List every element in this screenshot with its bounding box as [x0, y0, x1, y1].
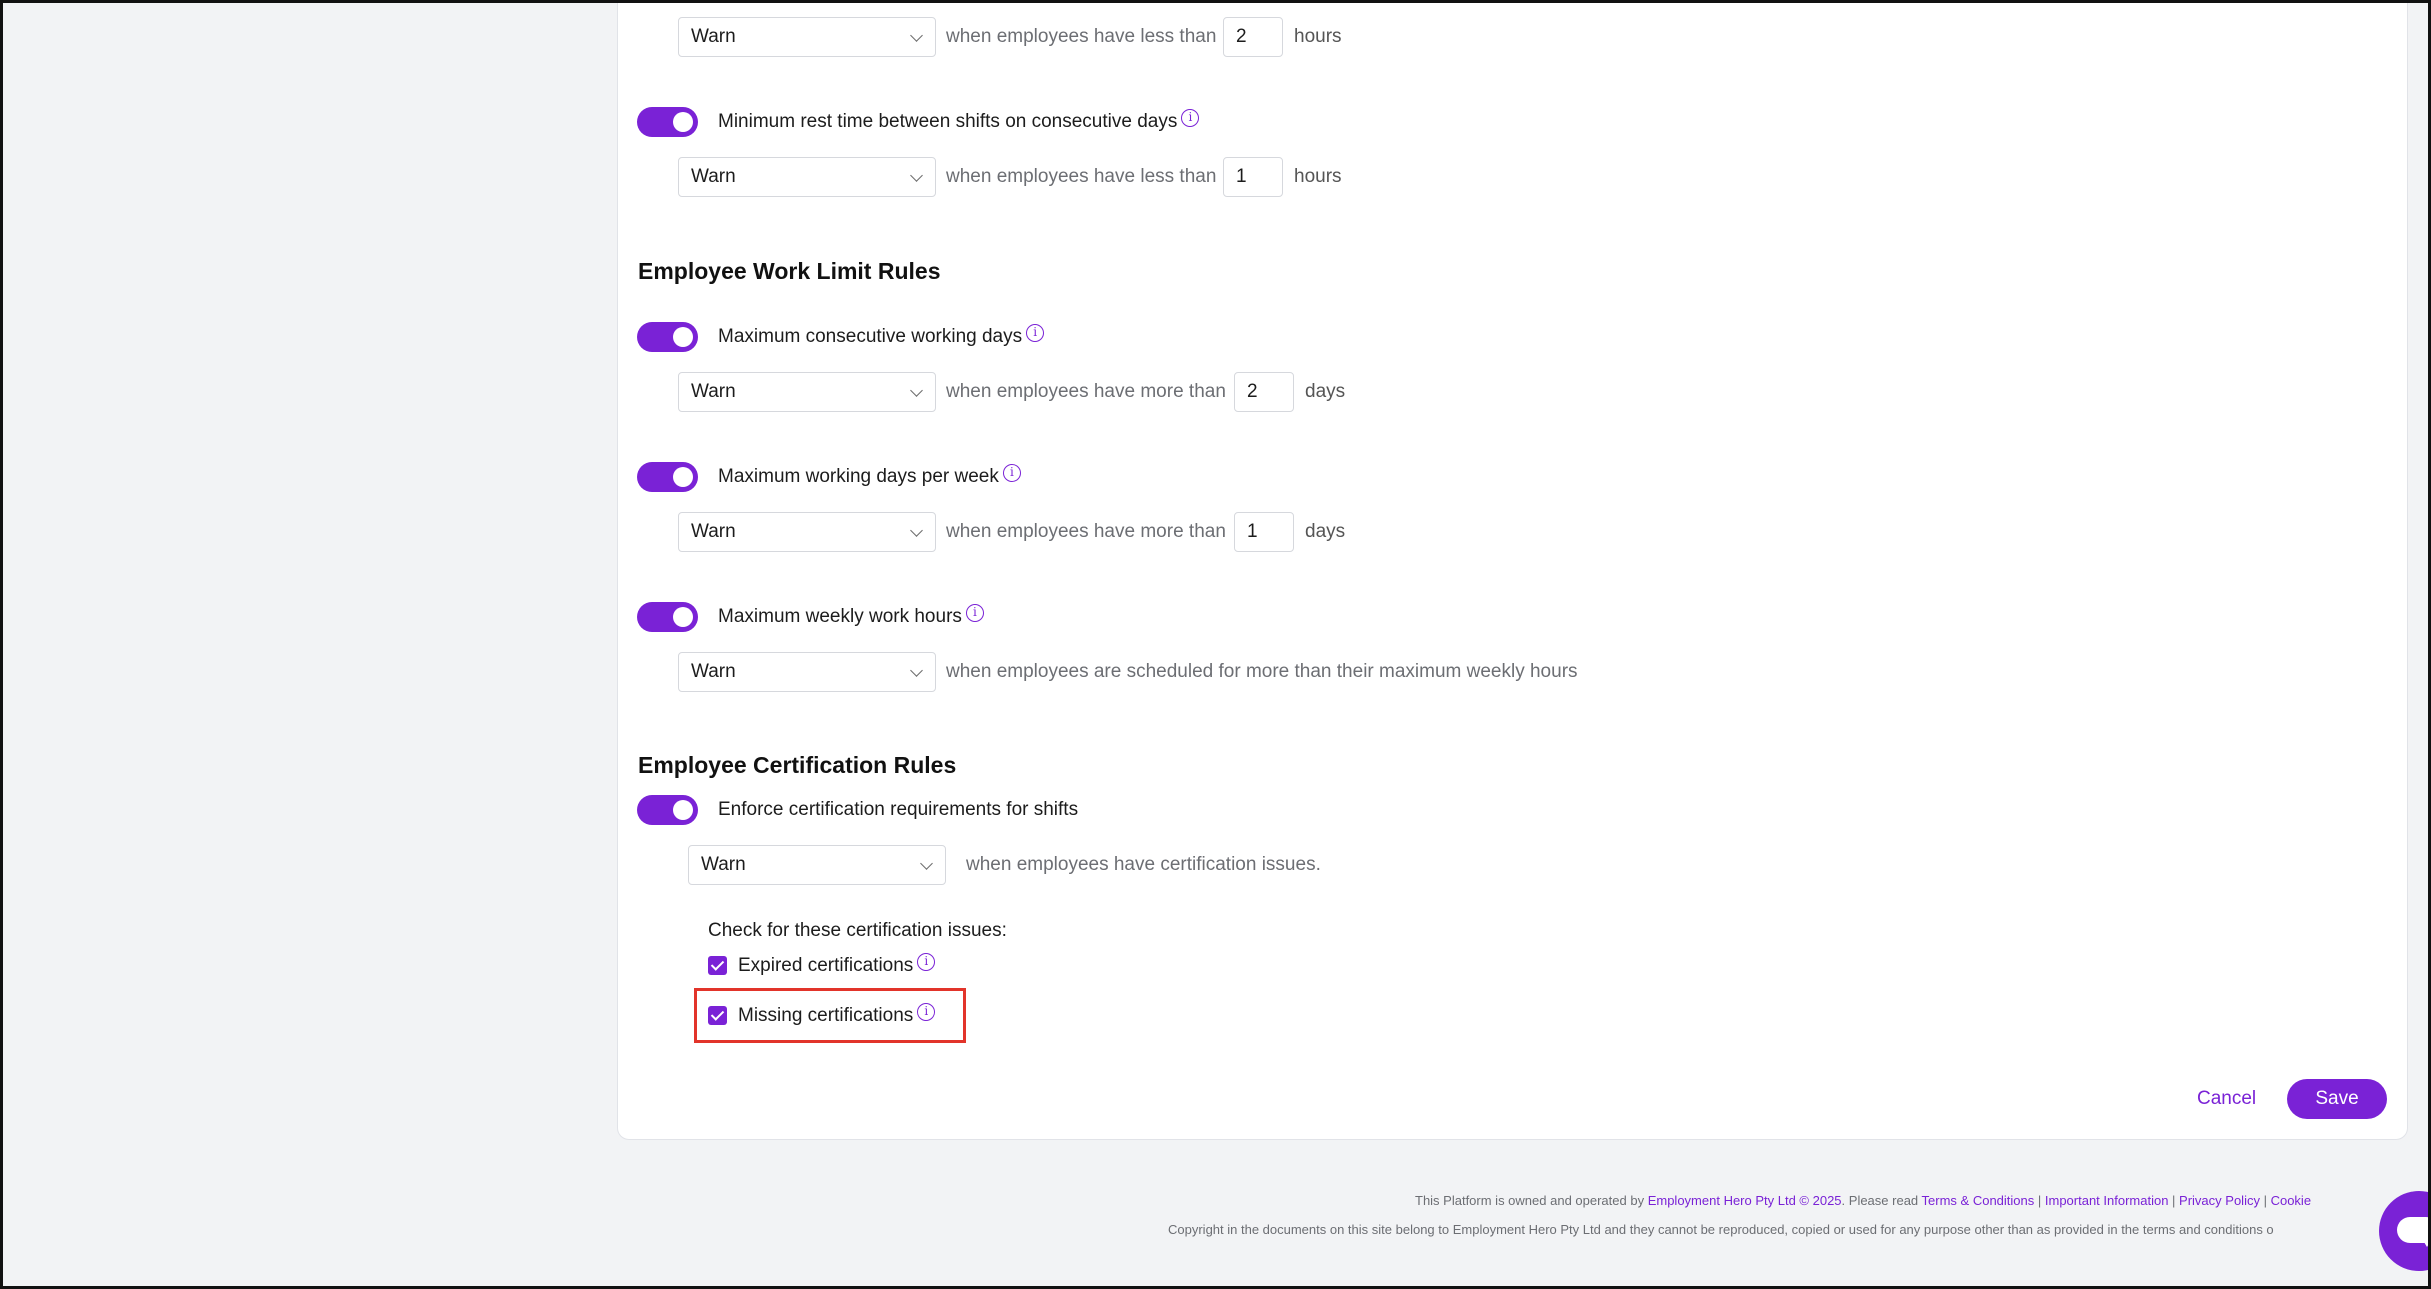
toggle-knob: [673, 607, 693, 627]
days-per-week-condition: when employees have more than: [946, 521, 1226, 542]
cookie-link[interactable]: Cookie: [2271, 1193, 2311, 1208]
info-icon[interactable]: i: [1002, 464, 1021, 482]
footer-ownership-line: This Platform is owned and operated by E…: [1415, 1193, 2312, 1208]
toggle-max-days-per-week[interactable]: [637, 462, 698, 492]
min-rest-unit: hours: [1294, 166, 1342, 187]
check-issues-heading: Check for these certification issues:: [708, 920, 1007, 941]
footer-text: This Platform is owned and operated by: [1415, 1193, 1645, 1208]
toggle-knob: [673, 467, 693, 487]
days-per-week-unit: days: [1305, 521, 1346, 542]
chevron-down-icon: [910, 524, 923, 537]
rest-top-unit: hours: [1294, 26, 1342, 47]
rule-label-text: Maximum weekly work hours: [718, 606, 962, 627]
weekly-hours-action-select[interactable]: Warn: [678, 652, 936, 692]
certification-condition: when employees have certification issues…: [966, 854, 1321, 875]
privacy-policy-link[interactable]: Privacy Policy: [2179, 1193, 2260, 1208]
missing-certifications-label: Missing certifications i: [738, 1001, 936, 1031]
chevron-down-icon: [910, 664, 923, 677]
rest-top-action-select[interactable]: Warn: [678, 17, 936, 57]
chevron-down-icon: [920, 857, 933, 870]
expired-certifications-label: Expired certifications i: [738, 951, 936, 981]
terms-link[interactable]: Terms & Conditions: [1922, 1193, 2035, 1208]
rest-top-hours-input[interactable]: [1223, 17, 1283, 57]
rule-label-text: Maximum working days per week: [718, 466, 999, 487]
info-icon[interactable]: i: [917, 1003, 936, 1021]
chevron-down-icon: [910, 384, 923, 397]
max-consecutive-days-input[interactable]: [1234, 372, 1294, 412]
chevron-down-icon: [910, 169, 923, 182]
footer-copyright-line: Copyright in the documents on this site …: [1168, 1222, 2274, 1237]
toggle-enforce-certification[interactable]: [637, 795, 698, 825]
certification-action-select[interactable]: Warn: [688, 845, 946, 885]
expired-certifications-checkbox[interactable]: [708, 956, 727, 975]
select-value: Warn: [691, 661, 736, 682]
toggle-max-consecutive-days[interactable]: [637, 322, 698, 352]
important-info-link[interactable]: Important Information: [2045, 1193, 2169, 1208]
weekly-hours-condition: when employees are scheduled for more th…: [946, 661, 1578, 682]
max-consecutive-condition: when employees have more than: [946, 381, 1226, 402]
right-gutter: [2408, 3, 2428, 1286]
select-value: Warn: [691, 26, 736, 47]
min-rest-consecutive-label: Minimum rest time between shifts on cons…: [718, 107, 1200, 137]
rule-label-text: Maximum consecutive working days: [718, 326, 1023, 347]
select-value: Warn: [691, 521, 736, 542]
min-rest-condition: when employees have less than: [946, 166, 1217, 187]
enforce-certification-label: Enforce certification requirements for s…: [718, 799, 1079, 820]
info-icon[interactable]: i: [917, 953, 936, 971]
select-value: Warn: [691, 166, 736, 187]
toggle-knob: [673, 327, 693, 347]
min-rest-action-select[interactable]: Warn: [678, 157, 936, 197]
checkbox-label-text: Expired certifications: [738, 955, 914, 976]
min-rest-hours-input[interactable]: [1223, 157, 1283, 197]
info-icon[interactable]: i: [965, 604, 984, 622]
save-button[interactable]: Save: [2287, 1079, 2387, 1119]
footer-text: . Please read: [1841, 1193, 1919, 1208]
toggle-min-rest-consecutive[interactable]: [637, 107, 698, 137]
toggle-knob: [673, 112, 693, 132]
toggle-knob: [673, 800, 693, 820]
cancel-button[interactable]: Cancel: [2197, 1079, 2256, 1119]
checkbox-label-text: Missing certifications: [738, 1005, 914, 1026]
toggle-max-weekly-hours[interactable]: [637, 602, 698, 632]
info-icon[interactable]: i: [1026, 324, 1045, 342]
certification-heading: Employee Certification Rules: [638, 752, 957, 778]
missing-certifications-checkbox[interactable]: [708, 1006, 727, 1025]
days-per-week-input[interactable]: [1234, 512, 1294, 552]
max-consecutive-action-select[interactable]: Warn: [678, 372, 936, 412]
chat-icon-tail: [2421, 1237, 2431, 1247]
max-consecutive-days-label: Maximum consecutive working days i: [718, 322, 1045, 352]
max-consecutive-unit: days: [1305, 381, 1346, 402]
max-days-per-week-label: Maximum working days per week i: [718, 462, 1021, 492]
select-value: Warn: [701, 854, 746, 875]
rule-label-text: Minimum rest time between shifts on cons…: [718, 111, 1178, 132]
days-per-week-action-select[interactable]: Warn: [678, 512, 936, 552]
work-limit-heading: Employee Work Limit Rules: [638, 258, 941, 284]
chat-button[interactable]: [2379, 1191, 2431, 1271]
chevron-down-icon: [910, 29, 923, 42]
rest-top-condition: when employees have less than: [946, 26, 1217, 47]
select-value: Warn: [691, 381, 736, 402]
company-link[interactable]: Employment Hero Pty Ltd © 2025: [1648, 1193, 1842, 1208]
info-icon[interactable]: i: [1181, 109, 1200, 127]
max-weekly-hours-label: Maximum weekly work hours i: [718, 602, 984, 632]
